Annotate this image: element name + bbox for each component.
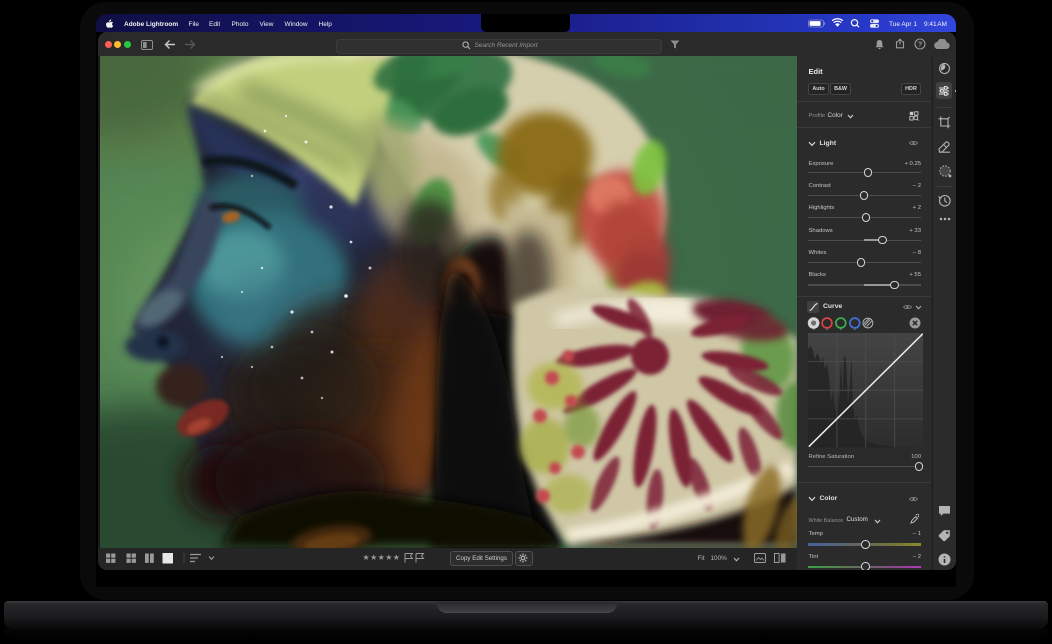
svg-text:?: ? — [917, 40, 922, 49]
